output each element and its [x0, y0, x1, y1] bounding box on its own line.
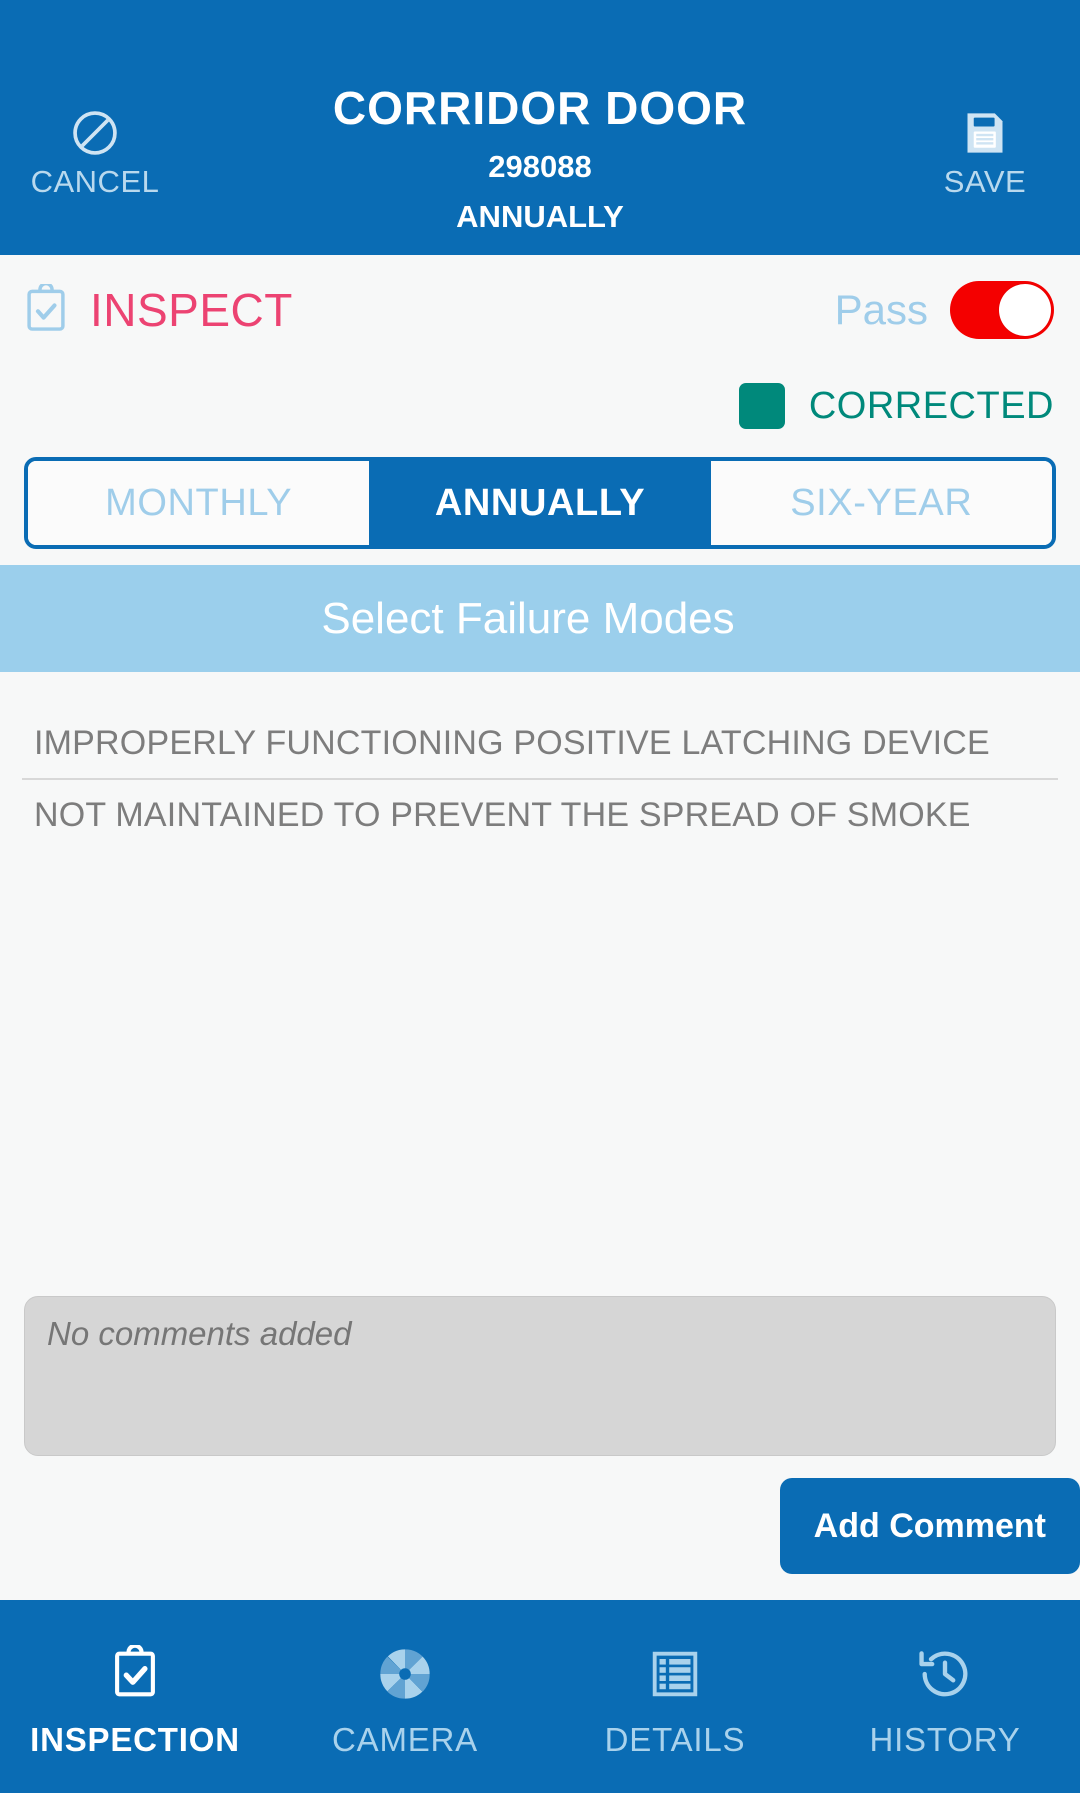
nav-label-inspection: INSPECTION — [30, 1721, 240, 1758]
app-bar-titles: CORRIDOR DOOR 298088 ANNUALLY — [190, 0, 890, 234]
list-item[interactable]: NOT MAINTAINED TO PREVENT THE SPREAD OF … — [0, 780, 1080, 850]
cancel-button[interactable]: CANCEL — [0, 0, 190, 197]
inspection-screen: CANCEL CORRIDOR DOOR 298088 ANNUALLY SAV… — [0, 0, 1080, 1793]
comment-actions: Add Comment — [24, 1456, 1080, 1600]
bottom-navigation: INSPECTION CAMERA DETAILS HISTORY — [0, 1600, 1080, 1793]
inspect-row: INSPECT Pass — [0, 255, 1080, 365]
camera-aperture-icon — [374, 1643, 436, 1705]
tab-monthly[interactable]: MONTHLY — [28, 461, 370, 545]
pass-toggle-group: Pass — [835, 281, 1054, 339]
pass-label: Pass — [834, 286, 928, 333]
save-label: SAVE — [943, 164, 1027, 199]
clipboard-check-icon — [104, 1643, 166, 1705]
nav-item-history[interactable]: HISTORY — [810, 1600, 1080, 1793]
page-title: CORRIDOR DOOR — [332, 82, 748, 134]
toggle-knob — [999, 284, 1051, 336]
list-table-icon — [644, 1643, 706, 1705]
cancel-label: CANCEL — [30, 164, 160, 199]
failure-modes-header: Select Failure Modes — [0, 565, 1080, 672]
comment-input[interactable]: No comments added — [24, 1296, 1056, 1456]
nav-label-history: HISTORY — [869, 1721, 1021, 1758]
inspect-label: INSPECT — [90, 284, 293, 336]
comment-area: No comments added Add Comment — [0, 1296, 1080, 1600]
block-circle-icon — [68, 106, 122, 160]
inspect-heading: INSPECT — [20, 284, 293, 336]
frequency-label: ANNUALLY — [456, 198, 624, 234]
floppy-disk-save-icon — [958, 106, 1012, 160]
nav-item-camera[interactable]: CAMERA — [270, 1600, 540, 1793]
save-button[interactable]: SAVE — [890, 0, 1080, 197]
corrected-row: CORRECTED — [0, 365, 1080, 447]
add-comment-button[interactable]: Add Comment — [779, 1478, 1080, 1574]
corrected-label: CORRECTED — [808, 385, 1054, 427]
nav-label-details: DETAILS — [604, 1721, 746, 1758]
nav-item-inspection[interactable]: INSPECTION — [0, 1600, 270, 1793]
failure-modes-header-text: Select Failure Modes — [321, 593, 735, 643]
tab-six-year[interactable]: SIX-YEAR — [710, 461, 1052, 545]
list-item[interactable]: IMPROPERLY FUNCTIONING POSITIVE LATCHING… — [0, 708, 1080, 778]
nav-item-details[interactable]: DETAILS — [540, 1600, 810, 1793]
clipboard-check-icon — [20, 284, 72, 336]
frequency-tabs: MONTHLY ANNUALLY SIX-YEAR — [24, 457, 1056, 549]
tab-annually[interactable]: ANNUALLY — [369, 461, 711, 545]
corrected-checkbox[interactable] — [738, 383, 785, 429]
asset-id: 298088 — [488, 148, 592, 184]
failure-modes-list: IMPROPERLY FUNCTIONING POSITIVE LATCHING… — [0, 672, 1080, 1296]
app-bar: CANCEL CORRIDOR DOOR 298088 ANNUALLY SAV… — [0, 0, 1080, 255]
clock-history-icon — [914, 1643, 976, 1705]
pass-toggle[interactable] — [950, 281, 1054, 339]
content-area: INSPECT Pass CORRECTED MONTHLY ANNUALLY … — [0, 255, 1080, 1600]
nav-label-camera: CAMERA — [332, 1721, 478, 1758]
